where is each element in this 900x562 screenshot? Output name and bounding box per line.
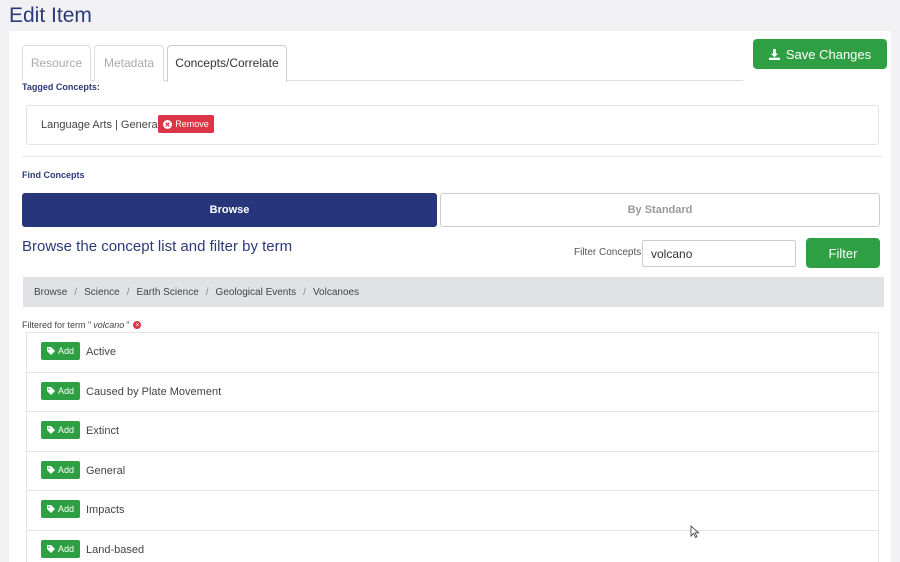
browse-mode-button[interactable]: Browse bbox=[22, 193, 437, 227]
filter-concepts-label: Filter Concepts bbox=[574, 247, 642, 258]
filter-note-suffix: " bbox=[126, 320, 130, 330]
tag-icon bbox=[46, 386, 55, 395]
tab-metadata[interactable]: Metadata bbox=[94, 45, 164, 81]
list-item: Add Caused by Plate Movement bbox=[27, 373, 878, 413]
concept-label: Active bbox=[86, 346, 116, 358]
find-concepts-heading: Find Concepts bbox=[22, 170, 85, 180]
clear-filter-icon[interactable]: × bbox=[133, 321, 142, 329]
concept-label: General bbox=[86, 464, 126, 477]
filter-concepts-input[interactable] bbox=[642, 240, 796, 267]
add-label: Add bbox=[57, 425, 74, 436]
tag-icon bbox=[46, 544, 55, 553]
add-label: Add bbox=[57, 385, 74, 396]
download-icon bbox=[768, 48, 780, 60]
tag-icon bbox=[46, 426, 55, 435]
add-concept-button[interactable]: Add bbox=[41, 539, 80, 558]
filter-note-prefix: Filtered for term " bbox=[22, 320, 92, 330]
breadcrumb-separator: / bbox=[205, 286, 209, 298]
edit-panel: Resource Metadata Concepts/Correlate Sav… bbox=[9, 31, 891, 562]
browse-heading: Browse the concept list and filter by te… bbox=[22, 238, 293, 255]
list-item: Add Extinct bbox=[27, 412, 878, 452]
tab-concepts-correlate[interactable]: Concepts/Correlate bbox=[167, 45, 287, 82]
remove-circle-icon bbox=[163, 119, 173, 129]
tagged-concepts-heading: Tagged Concepts: bbox=[22, 82, 100, 92]
breadcrumb-separator: / bbox=[303, 286, 306, 298]
concept-label: Extinct bbox=[86, 425, 120, 438]
add-concept-button[interactable]: Add bbox=[41, 421, 80, 440]
tab-bar: Resource Metadata Concepts/Correlate bbox=[22, 45, 743, 82]
add-concept-button[interactable]: Add bbox=[41, 460, 80, 479]
breadcrumb-item-geological-events[interactable]: Geological Events bbox=[216, 287, 297, 298]
add-label: Add bbox=[57, 346, 74, 356]
mouse-cursor-icon bbox=[690, 525, 700, 539]
add-concept-button[interactable]: Add bbox=[41, 381, 80, 400]
save-changes-button[interactable]: Save Changes bbox=[753, 39, 887, 69]
breadcrumb-separator: / bbox=[74, 286, 78, 298]
tag-icon bbox=[46, 465, 55, 474]
add-concept-button[interactable]: Add bbox=[41, 342, 80, 360]
filter-button[interactable]: Filter bbox=[806, 238, 880, 268]
filter-note-term: volcano bbox=[93, 320, 125, 330]
page-title: Edit Item bbox=[9, 4, 92, 27]
breadcrumb-separator: / bbox=[126, 286, 130, 298]
tagged-concepts-box: Language Arts | General Remove bbox=[26, 105, 879, 145]
save-changes-label: Save Changes bbox=[785, 46, 872, 62]
concept-label: Impacts bbox=[86, 504, 125, 517]
list-item: Add General bbox=[27, 452, 878, 492]
breadcrumb: Browse / Science / Earth Science / Geolo… bbox=[23, 277, 884, 307]
add-label: Add bbox=[57, 504, 74, 515]
tab-resource[interactable]: Resource bbox=[22, 45, 91, 81]
breadcrumb-item-browse[interactable]: Browse bbox=[34, 287, 67, 298]
tag-icon bbox=[46, 347, 55, 355]
list-item: Add Active bbox=[27, 333, 878, 373]
add-concept-button[interactable]: Add bbox=[41, 500, 80, 519]
tagged-concept-label: Language Arts | General bbox=[41, 119, 161, 131]
add-label: Add bbox=[57, 543, 74, 554]
breadcrumb-item-volcanoes: Volcanoes bbox=[312, 286, 360, 298]
by-standard-mode-button[interactable]: By Standard bbox=[440, 193, 880, 227]
concept-list: Add Active Add Caused by Plate Movement … bbox=[26, 332, 879, 562]
concept-label: Caused by Plate Movement bbox=[86, 385, 222, 398]
remove-concept-button[interactable]: Remove bbox=[158, 115, 214, 133]
breadcrumb-item-science[interactable]: Science bbox=[84, 287, 120, 298]
remove-label: Remove bbox=[175, 119, 209, 129]
section-divider bbox=[22, 156, 882, 157]
add-label: Add bbox=[57, 464, 74, 475]
tag-icon bbox=[46, 505, 55, 514]
concept-label: Land-based bbox=[86, 543, 145, 556]
list-item: Add Land-based bbox=[27, 531, 878, 562]
list-item: Add Impacts bbox=[27, 491, 878, 531]
breadcrumb-item-earth-science[interactable]: Earth Science bbox=[137, 287, 199, 298]
filtered-term-note: Filtered for term " volcano " × bbox=[22, 320, 142, 330]
